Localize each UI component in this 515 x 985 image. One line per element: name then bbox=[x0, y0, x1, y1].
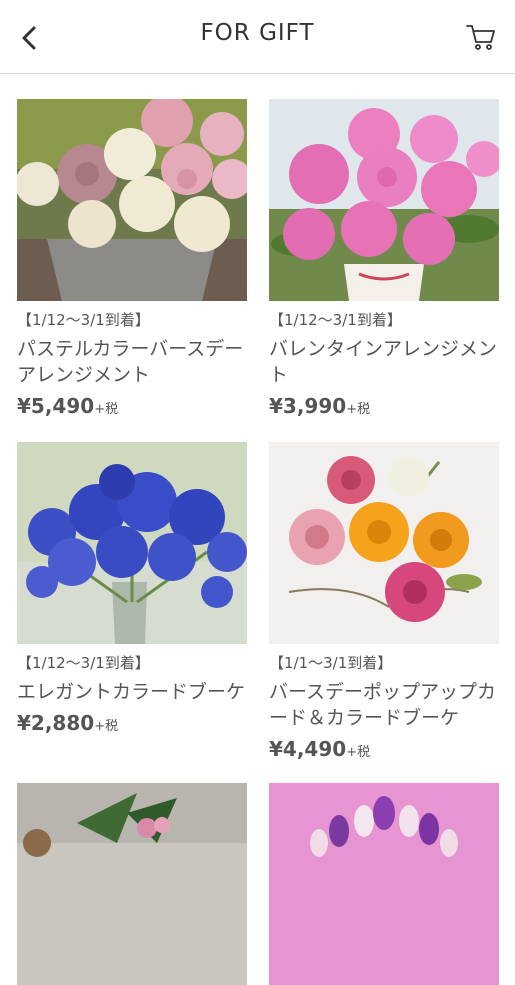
product-price: ¥2,880 bbox=[17, 711, 95, 735]
product-card-partial[interactable] bbox=[17, 783, 247, 985]
product-card-popup-card-bouquet[interactable]: 【1/1〜3/1到着】 バースデーポップアップカード＆カラードブーケ ¥4,49… bbox=[269, 442, 499, 766]
product-card-valentine[interactable]: 【1/12〜3/1到着】 バレンタインアレンジメント ¥3,990+税 bbox=[269, 99, 499, 423]
tax-label: +税 bbox=[94, 402, 119, 417]
product-image[interactable] bbox=[17, 783, 247, 985]
product-price: ¥3,990 bbox=[269, 394, 347, 418]
product-name[interactable]: パステルカラーバースデーアレンジメント bbox=[17, 336, 247, 388]
product-name[interactable]: エレガントカラードブーケ bbox=[17, 679, 247, 705]
product-price: ¥4,490 bbox=[269, 737, 347, 761]
product-image[interactable] bbox=[17, 442, 247, 644]
product-image[interactable] bbox=[269, 442, 499, 644]
product-image[interactable] bbox=[269, 99, 499, 301]
tax-label: +税 bbox=[346, 402, 371, 417]
product-name[interactable]: バースデーポップアップカード＆カラードブーケ bbox=[269, 679, 499, 731]
price-row: ¥5,490+税 bbox=[17, 393, 247, 423]
tax-label: +税 bbox=[94, 719, 119, 734]
price-row: ¥2,880+税 bbox=[17, 710, 247, 740]
product-image[interactable] bbox=[17, 99, 247, 301]
product-card-elegant-bouquet[interactable]: 【1/12〜3/1到着】 エレガントカラードブーケ ¥2,880+税 bbox=[17, 442, 247, 740]
product-card-pastel-birthday[interactable]: 【1/12〜3/1到着】 パステルカラーバースデーアレンジメント ¥5,490+… bbox=[17, 99, 247, 423]
delivery-period: 【1/1〜3/1到着】 bbox=[269, 654, 393, 672]
tax-label: +税 bbox=[346, 745, 371, 760]
delivery-period: 【1/12〜3/1到着】 bbox=[17, 311, 150, 329]
price-row: ¥4,490+税 bbox=[269, 736, 499, 766]
delivery-period: 【1/12〜3/1到着】 bbox=[17, 654, 150, 672]
page-title: FOR GIFT bbox=[200, 20, 315, 46]
price-row: ¥3,990+税 bbox=[269, 393, 499, 423]
app-header: FOR GIFT bbox=[0, 0, 515, 74]
product-price: ¥5,490 bbox=[17, 394, 95, 418]
delivery-period: 【1/12〜3/1到着】 bbox=[269, 311, 402, 329]
product-card-partial[interactable] bbox=[269, 783, 499, 985]
product-name[interactable]: バレンタインアレンジメント bbox=[269, 336, 499, 388]
shopping-cart-icon bbox=[466, 25, 495, 50]
cart-button[interactable] bbox=[465, 21, 497, 53]
product-image[interactable] bbox=[269, 783, 499, 985]
